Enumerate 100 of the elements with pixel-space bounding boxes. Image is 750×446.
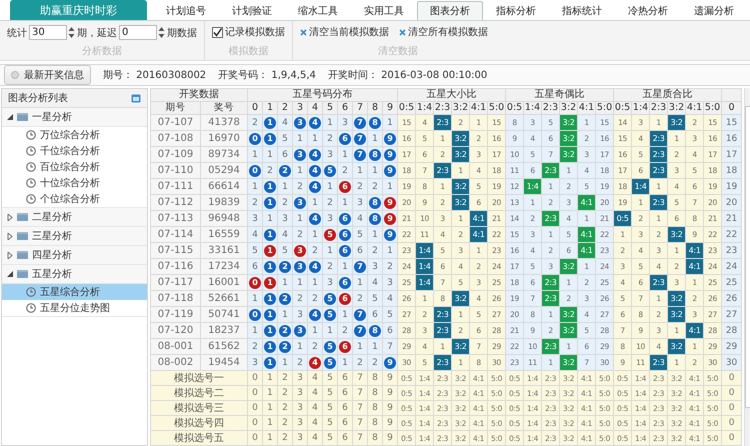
- tree-node[interactable]: 一星分析: [2, 108, 147, 127]
- clock-icon: [26, 194, 36, 204]
- tab[interactable]: 冷热分析: [615, 1, 681, 20]
- column-header: 期号: [150, 102, 200, 114]
- collapsed-arrow-icon[interactable]: [7, 214, 13, 220]
- tree-item[interactable]: 万位综合分析: [2, 127, 147, 143]
- drawn-ball: 8: [369, 116, 381, 128]
- clock-icon: [26, 130, 36, 140]
- tree-node[interactable]: 三星分析: [2, 227, 147, 246]
- tab[interactable]: 遗漏分析: [681, 1, 747, 20]
- tab[interactable]: 计划验证: [219, 1, 285, 20]
- group-caption: 分析数据: [81, 44, 123, 58]
- brand-tab[interactable]: 助赢重庆时时彩: [10, 0, 147, 20]
- tree-item[interactable]: 百位综合分析: [2, 159, 147, 175]
- drawn-ball: 4: [309, 260, 321, 272]
- drawn-ball: 6: [339, 132, 351, 144]
- tab[interactable]: 缩水工具: [285, 1, 351, 20]
- drawn-ball: 4: [309, 116, 321, 128]
- repeat-ball: 1: [264, 244, 276, 256]
- collapsed-arrow-icon[interactable]: [7, 232, 13, 240]
- latest-draw-button[interactable]: 最新开奖信息: [4, 65, 91, 85]
- tree-node[interactable]: 五星分析: [2, 265, 147, 284]
- close-icon: [300, 28, 307, 36]
- number-cell: 19454: [200, 354, 248, 370]
- expanded-arrow-icon[interactable]: [7, 114, 13, 120]
- number-cell: 19839: [200, 194, 248, 210]
- issue-text: 期号： 20160308002: [103, 68, 206, 82]
- group-caption: 模拟数据: [228, 44, 270, 58]
- checkbox-icon[interactable]: [212, 26, 223, 38]
- drawn-ball: 8: [369, 148, 381, 160]
- clock-icon: [26, 303, 36, 313]
- drawn-ball: 8: [369, 212, 381, 224]
- spin-arrows-icon[interactable]: [158, 26, 165, 39]
- tree-item[interactable]: 个位综合分析: [2, 191, 147, 207]
- drawn-ball: 4: [309, 148, 321, 160]
- number-cell: 89734: [200, 146, 248, 162]
- period-cell: 07-118: [150, 290, 200, 306]
- tab[interactable]: 计划追号: [153, 1, 219, 20]
- tab[interactable]: 实用工具: [351, 1, 417, 20]
- drawn-ball: 1: [264, 292, 276, 304]
- drawn-ball: 6: [339, 244, 351, 256]
- period-cell: 07-115: [150, 242, 200, 258]
- clock-icon: [26, 287, 36, 297]
- number-cell: 96948: [200, 210, 248, 226]
- tree-node[interactable]: 二星分析: [2, 208, 147, 227]
- period-cell: 07-120: [150, 322, 200, 338]
- repeat-ball: 5: [324, 228, 336, 240]
- clock-icon: [26, 178, 36, 188]
- tree-node[interactable]: 四星分析: [2, 246, 147, 265]
- clear-button[interactable]: 清空所有模拟数据: [399, 25, 488, 39]
- drawn-ball: 1: [264, 260, 276, 272]
- spin-arrows-icon[interactable]: [68, 26, 75, 39]
- drawn-ball: 5: [324, 292, 336, 304]
- clear-button[interactable]: 清空当前模拟数据: [300, 25, 389, 39]
- clock-icon: [26, 146, 36, 156]
- time-text: 开奖时间： 2016-03-08 00:10:00: [328, 68, 488, 82]
- drawn-ball: 1: [264, 196, 276, 208]
- record-checkbox[interactable]: 记录模拟数据: [212, 25, 285, 39]
- drawn-ball: 0: [249, 132, 261, 144]
- folder-icon: [17, 113, 28, 121]
- drawn-ball: 4: [309, 212, 321, 224]
- repeat-ball: 6: [339, 292, 351, 304]
- number-cell: 16559: [200, 226, 248, 242]
- repeat-ball: 9: [384, 212, 396, 224]
- drawn-ball: 2: [279, 164, 291, 176]
- tab[interactable]: 图表分析: [417, 1, 483, 20]
- dot-icon: [11, 71, 19, 79]
- repeat-ball: 1: [264, 276, 276, 288]
- panel-title: 图表分析列表: [8, 92, 68, 105]
- collapsed-arrow-icon[interactable]: [7, 252, 13, 258]
- period-cell: 07-111: [150, 178, 200, 194]
- number-cell: 66614: [200, 178, 248, 194]
- period-cell: 07-109: [150, 146, 200, 162]
- drawn-ball: 1: [264, 356, 276, 368]
- tab[interactable]: 指标分析: [483, 1, 549, 20]
- count-field[interactable]: 30: [29, 25, 67, 40]
- number-cell: 17234: [200, 258, 248, 274]
- tree-item[interactable]: 十位综合分析: [2, 175, 147, 191]
- drawn-ball: 3: [294, 148, 306, 160]
- drawn-ball: 4: [309, 308, 321, 320]
- drawn-ball: 5: [324, 356, 336, 368]
- folder-icon: [17, 232, 28, 240]
- tree-item[interactable]: 五星分位走势图: [2, 300, 147, 316]
- delay-field[interactable]: 0: [119, 25, 157, 40]
- period-cell: 07-107: [150, 114, 200, 130]
- repeat-ball: 9: [384, 196, 396, 208]
- number-cell: 33161: [200, 242, 248, 258]
- tab[interactable]: 指标统计: [549, 1, 615, 20]
- period-cell: 07-114: [150, 226, 200, 242]
- expanded-arrow-icon[interactable]: [7, 271, 13, 277]
- tree-item[interactable]: 五星综合分析: [2, 284, 147, 300]
- group-header: 开奖数据: [150, 88, 248, 102]
- drawn-ball: 4: [309, 180, 321, 192]
- drawn-ball: 9: [384, 356, 396, 368]
- number-cell: 16001: [200, 274, 248, 290]
- drawn-ball: 3: [294, 196, 306, 208]
- drawn-ball: 1: [264, 180, 276, 192]
- drawn-ball: 5: [324, 308, 336, 320]
- drawn-ball: 0: [249, 164, 261, 176]
- tree-item[interactable]: 千位综合分析: [2, 143, 147, 159]
